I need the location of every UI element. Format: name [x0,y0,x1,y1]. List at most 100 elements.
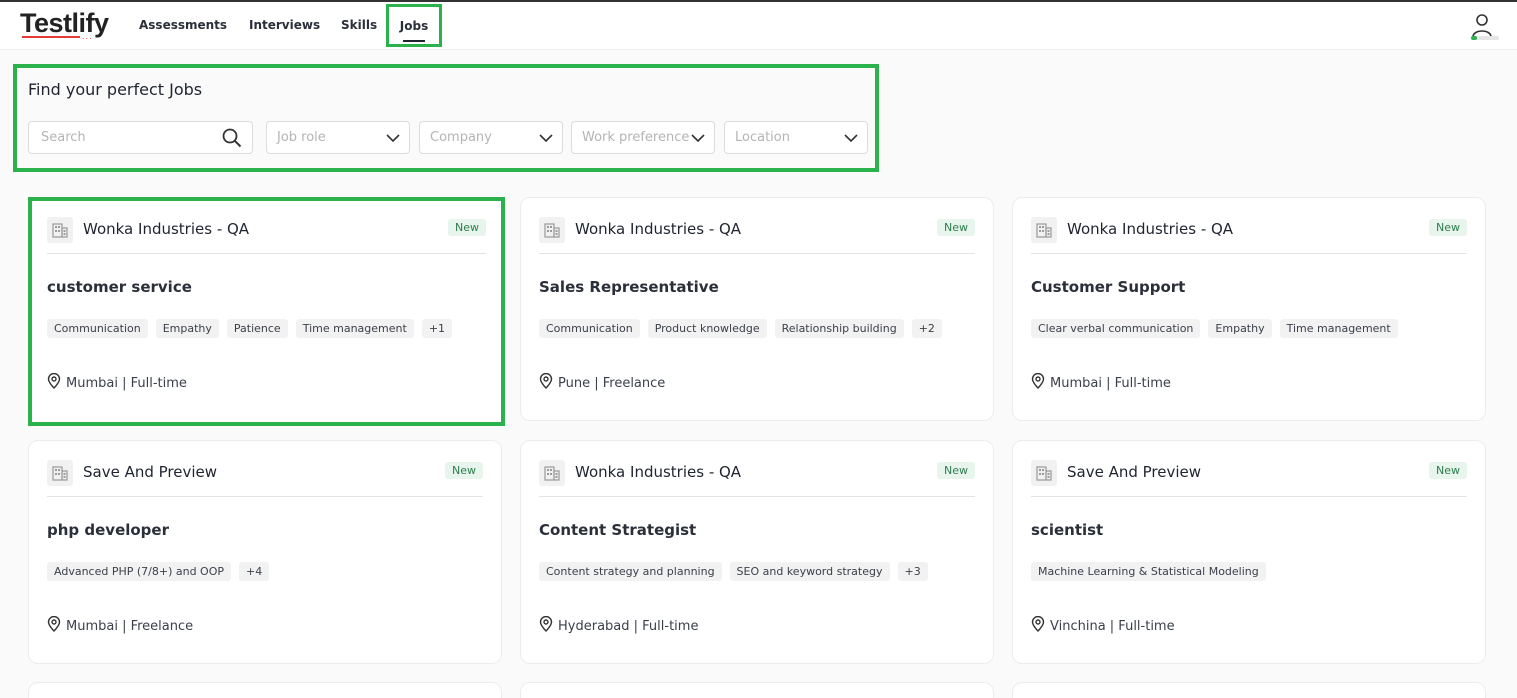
skill-tags: Content strategy and planning SEO and key… [539,562,928,581]
nav-active-indicator [403,40,425,42]
skill-tag: Empathy [155,319,219,338]
job-card[interactable]: Wonka Industries - QA New customer service… [28,197,505,426]
job-card-header: Save And Preview New [1031,459,1467,497]
building-icon [539,460,565,486]
search-input[interactable] [41,130,211,145]
skill-tag: +3 [897,562,928,581]
job-role-dropdown[interactable]: Job role [266,121,410,154]
nav-jobs[interactable]: Jobs [386,4,442,47]
skill-tags: Communication Empathy Patience Time managem… [47,319,453,338]
job-card-partial[interactable] [28,682,502,698]
location-text: Pune | Freelance [558,375,666,391]
company-name: Wonka Industries - QA [575,463,742,481]
job-card-header: Wonka Industries - QA New [1031,216,1467,254]
search-icon[interactable] [222,128,242,148]
chevron-down-icon [691,134,705,143]
building-icon [539,217,565,243]
skill-tag: Relationship building [774,319,904,338]
job-card-header: Wonka Industries - QA New [47,216,486,254]
new-badge: New [445,462,483,479]
location-text: Hyderabad | Full-time [558,618,699,634]
skill-tags: Machine Learning & Statistical Modeling [1031,562,1266,581]
work-preference-dropdown-label: Work preference [582,130,690,145]
chevron-down-icon [386,134,400,143]
skill-tag: Patience [226,319,288,338]
skill-tag: Communication [47,319,148,338]
company-name: Save And Preview [1067,463,1202,481]
location-pin-icon [1031,372,1045,393]
job-card-header: Wonka Industries - QA New [539,459,975,497]
company-name: Save And Preview [83,463,218,481]
job-location: Mumbai | Full-time [47,372,187,393]
user-status-indicator [1471,36,1499,40]
location-pin-icon [47,372,61,393]
job-card-header: Save And Preview New [47,459,483,497]
building-icon [47,217,73,243]
skill-tag: Advanced PHP (7/8+) and OOP [47,562,232,581]
skill-tag: Content strategy and planning [539,562,722,581]
job-card[interactable]: Save And Preview New php developer Advanced… [28,440,502,664]
skill-tag: Machine Learning & Statistical Modeling [1031,562,1266,581]
job-title[interactable]: Customer Support [1031,278,1185,296]
job-card[interactable]: Wonka Industries - QA New Content Strategi… [520,440,994,664]
skill-tags: Communication Product knowledge Relationsh… [539,319,942,338]
skill-tag: +2 [911,319,942,338]
job-location: Mumbai | Full-time [1031,372,1171,393]
skill-tag: Empathy [1208,319,1272,338]
company-name: Wonka Industries - QA [575,220,742,238]
nav-interviews[interactable]: Interviews [249,2,320,48]
testlify-logo[interactable]: Testlify [20,8,109,39]
job-location: Pune | Freelance [539,372,666,393]
nav-jobs-label: Jobs [399,18,429,33]
company-name: Wonka Industries - QA [83,220,250,238]
job-card[interactable]: Save And Preview New scientist Machine Lear… [1012,440,1486,664]
job-role-dropdown-label: Job role [277,130,326,145]
new-badge: New [937,462,975,479]
nav-skills-label: Skills [341,18,378,32]
new-badge: New [1429,219,1467,236]
top-navigation-bar: Testlify ... Assessments Interviews Skil… [0,2,1517,50]
job-title[interactable]: scientist [1031,521,1103,539]
location-text: Mumbai | Full-time [1050,375,1171,391]
location-dropdown[interactable]: Location [724,121,868,154]
skill-tag: +4 [239,562,270,581]
job-card[interactable]: Wonka Industries - QA New Customer Support… [1012,197,1486,421]
skill-tag: Time management [1279,319,1398,338]
location-pin-icon [539,372,553,393]
job-title[interactable]: Content Strategist [539,521,696,539]
job-location: Vinchina | Full-time [1031,615,1175,636]
job-title[interactable]: customer service [47,278,192,296]
logo-underline [22,36,80,38]
job-card-partial[interactable] [1012,682,1486,698]
skill-tag: Product knowledge [647,319,767,338]
job-card-partial[interactable] [520,682,994,698]
skill-tag: SEO and keyword strategy [729,562,890,581]
building-icon [1031,460,1057,486]
location-text: Vinchina | Full-time [1050,618,1175,634]
filters-title: Find your perfect Jobs [28,80,203,99]
company-name: Wonka Industries - QA [1067,220,1234,238]
location-text: Mumbai | Full-time [66,375,187,391]
location-dropdown-label: Location [735,130,790,145]
work-preference-dropdown[interactable]: Work preference [571,121,715,154]
building-icon [1031,217,1057,243]
job-card[interactable]: Wonka Industries - QA New Sales Representa… [520,197,994,421]
new-badge: New [1429,462,1467,479]
job-title[interactable]: php developer [47,521,169,539]
building-icon [47,460,73,486]
skill-tag: Time management [295,319,414,338]
location-pin-icon [539,615,553,636]
logo-dots: ... [82,32,93,41]
job-title[interactable]: Sales Representative [539,278,719,296]
nav-assessments[interactable]: Assessments [139,2,227,48]
company-dropdown[interactable]: Company [419,121,563,154]
skill-tag: +1 [421,319,453,338]
job-filters-panel: Find your perfect Jobs Job role Company … [13,64,879,172]
nav-assessments-label: Assessments [139,18,228,32]
nav-skills[interactable]: Skills [341,2,377,48]
job-card-header: Wonka Industries - QA New [539,216,975,254]
skill-tags: Advanced PHP (7/8+) and OOP +4 [47,562,270,581]
job-location: Hyderabad | Full-time [539,615,699,636]
search-input-box[interactable] [28,121,253,154]
new-badge: New [448,219,486,236]
